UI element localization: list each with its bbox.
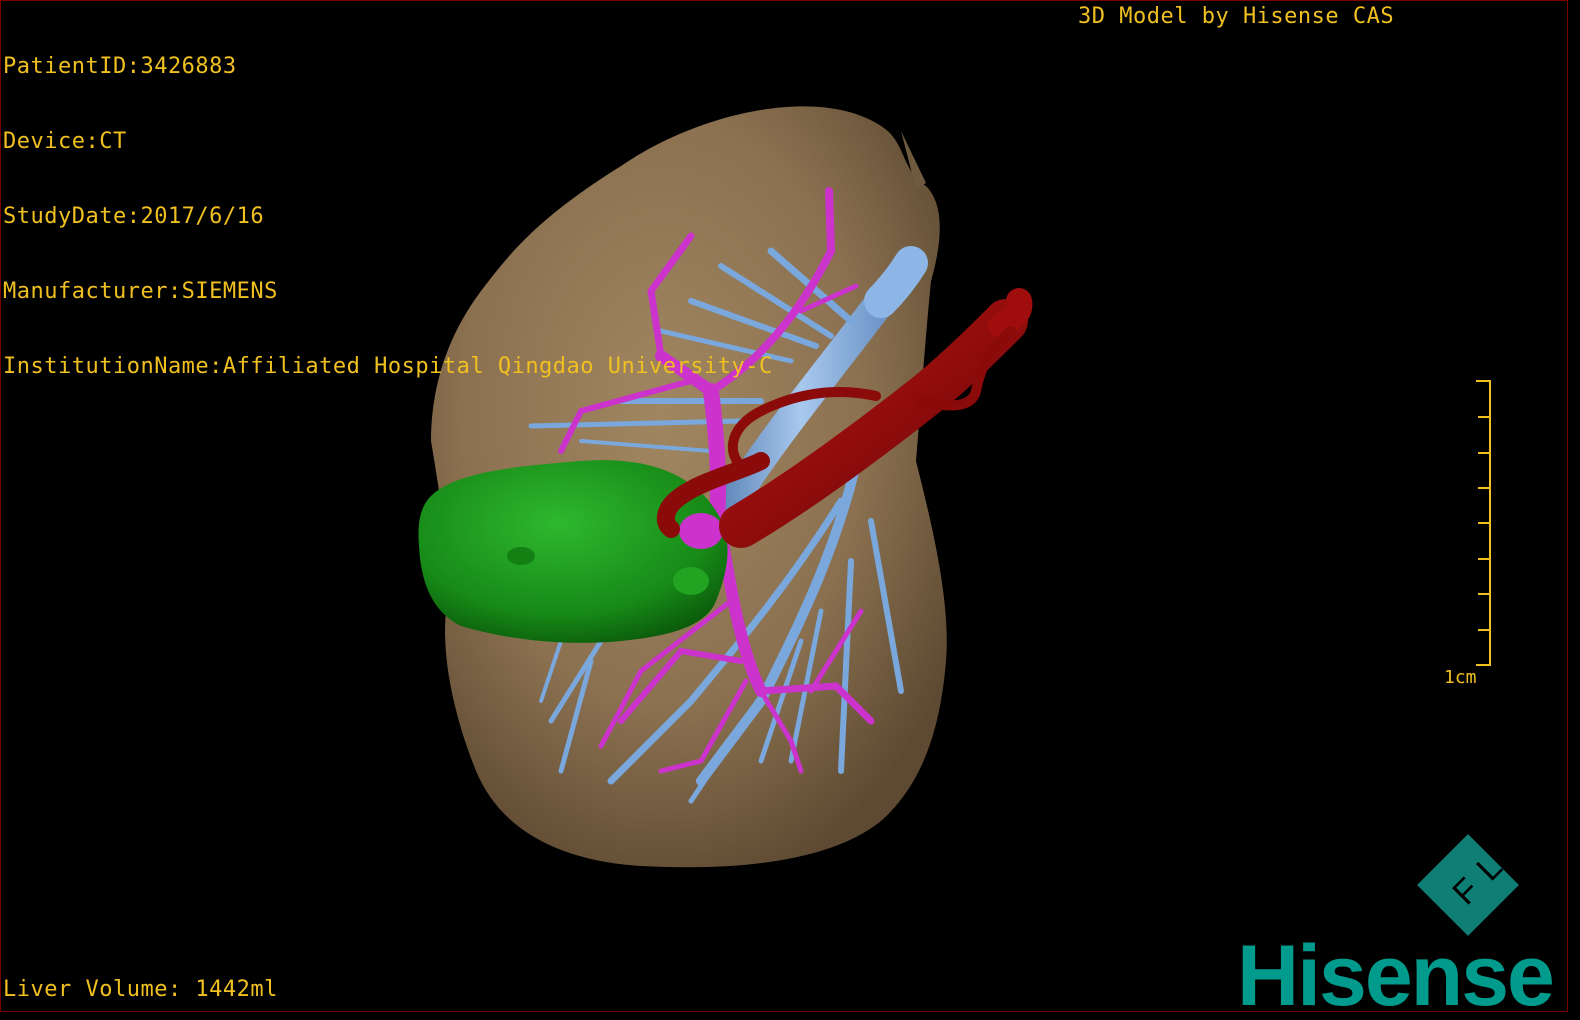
liver-volume-text: Liver Volume: 1442ml [3, 977, 278, 1002]
device-text: Device:CT [3, 129, 127, 154]
scale-bar [1476, 380, 1491, 666]
institution-text: InstitutionName:Affiliated Hospital Qing… [3, 354, 773, 379]
model-credit-text: 3D Model by Hisense CAS [1078, 4, 1395, 29]
scale-bar-label: 1cm [1444, 667, 1477, 688]
study-date-text: StudyDate:2017/6/16 [3, 204, 265, 229]
manufacturer-text: Manufacturer:SIEMENS [3, 279, 278, 304]
dicom-info-panel: PatientID:3426883 Device:CT StudyDate:20… [3, 4, 773, 429]
3d-viewport[interactable]: F L PatientID:3426883 Device:CT StudyDat… [0, 0, 1568, 1012]
patient-id-text: PatientID:3426883 [3, 54, 237, 79]
hisense-logo: Hisense [1237, 928, 1555, 1012]
fl-emblem-icon: F L [1417, 834, 1519, 936]
